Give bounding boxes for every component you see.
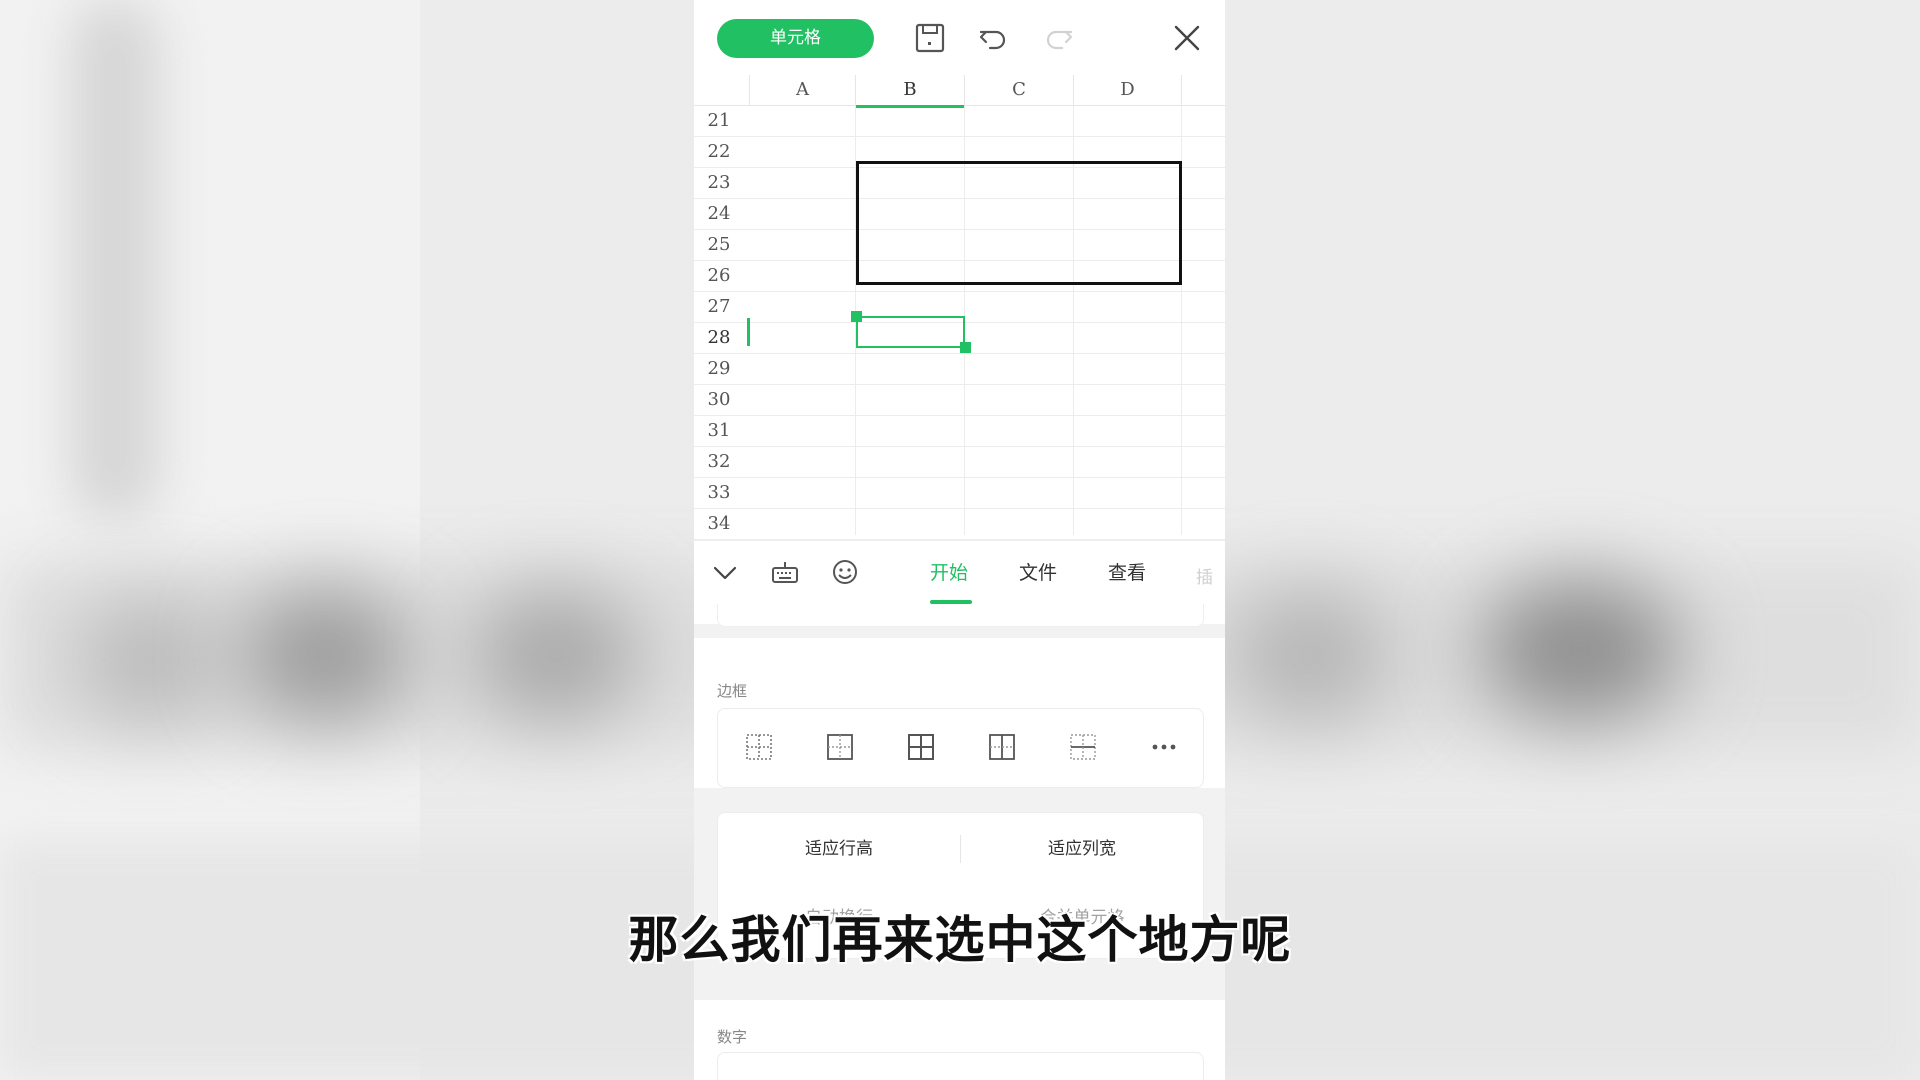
tab-start[interactable]: 开始	[930, 558, 968, 588]
grid-row[interactable]: 31	[694, 415, 1225, 447]
column-header-b[interactable]: B	[856, 75, 965, 108]
close-icon[interactable]	[1169, 20, 1205, 56]
video-subtitle: 那么我们再来选中这个地方呢	[628, 911, 1292, 969]
background-blur-orb	[1480, 580, 1680, 720]
grid-row[interactable]: 29	[694, 353, 1225, 385]
row-number[interactable]: 29	[694, 353, 744, 384]
previous-section	[694, 604, 1225, 627]
more-icon[interactable]	[1147, 730, 1181, 764]
number-section-label: 数字	[717, 1028, 748, 1046]
collapse-chevron-icon[interactable]	[710, 558, 740, 588]
fit-row-height-button[interactable]: 适应行高	[718, 829, 960, 869]
row-number[interactable]: 21	[694, 105, 744, 136]
border-options-card	[717, 708, 1204, 788]
grid-row[interactable]: 32	[694, 446, 1225, 478]
number-options-card	[717, 1052, 1204, 1080]
grid-row[interactable]: 33	[694, 477, 1225, 509]
row-number[interactable]: 32	[694, 446, 744, 477]
inner-border-icon[interactable]	[823, 730, 857, 764]
active-row-marker	[747, 318, 750, 346]
number-section: 数字	[694, 1000, 1225, 1080]
keyboard-icon[interactable]	[770, 558, 800, 588]
column-header-e[interactable]	[1182, 75, 1225, 106]
row-number[interactable]: 25	[694, 229, 744, 260]
corner-header	[694, 75, 750, 106]
top-toolbar: 单元格	[694, 0, 1225, 75]
row-number[interactable]: 34	[694, 508, 744, 539]
background-blur-orb	[80, 600, 220, 720]
undo-icon[interactable]	[976, 20, 1012, 56]
save-icon[interactable]	[912, 20, 948, 56]
background-blur-orb	[1230, 590, 1390, 720]
row-number[interactable]: 27	[694, 291, 744, 322]
row-number-active[interactable]: 28	[694, 322, 744, 353]
background-blur-orb	[240, 590, 410, 720]
emoji-icon[interactable]	[830, 558, 860, 588]
vertical-inner-border-icon[interactable]	[985, 730, 1019, 764]
row-number[interactable]: 23	[694, 167, 744, 198]
tab-file[interactable]: 文件	[1019, 558, 1057, 588]
column-header-a[interactable]: A	[750, 75, 856, 106]
ribbon-tab-bar: 开始 文件 查看 插	[694, 540, 1225, 605]
horizontal-inner-border-icon[interactable]	[1066, 730, 1100, 764]
background-blur-column	[70, 0, 160, 520]
selection-handle-bottom-right[interactable]	[960, 342, 971, 353]
border-section-label: 边框	[717, 682, 748, 700]
spreadsheet-grid[interactable]: A B C D 21 22 23 24 25 26 27 28 29 30 31…	[694, 75, 1225, 540]
selected-cell[interactable]	[856, 316, 965, 348]
background-blur-orb	[470, 590, 640, 720]
grid-row[interactable]: 30	[694, 384, 1225, 416]
row-number[interactable]: 26	[694, 260, 744, 291]
bordered-range[interactable]	[856, 161, 1182, 285]
border-section: 边框	[694, 638, 1225, 788]
previous-card	[717, 604, 1204, 627]
grid-row[interactable]: 21	[694, 105, 1225, 137]
tools-panel: 边框 适应行高 适应列宽 自动换行 合并单元格 数字	[694, 604, 1225, 1080]
tab-overflow[interactable]: 插	[1196, 563, 1213, 588]
tab-view[interactable]: 查看	[1108, 558, 1146, 588]
row-number[interactable]: 30	[694, 384, 744, 415]
redo-icon[interactable]	[1040, 20, 1076, 56]
all-borders-icon[interactable]	[904, 730, 938, 764]
inner-dotted-border-icon[interactable]	[742, 730, 776, 764]
fit-column-width-button[interactable]: 适应列宽	[961, 829, 1203, 869]
column-header-c[interactable]: C	[965, 75, 1074, 106]
row-number[interactable]: 24	[694, 198, 744, 229]
row-number[interactable]: 33	[694, 477, 744, 508]
selection-handle-top-left[interactable]	[851, 311, 862, 322]
row-number[interactable]: 22	[694, 136, 744, 167]
column-header-d[interactable]: D	[1074, 75, 1182, 106]
row-number[interactable]: 31	[694, 415, 744, 446]
grid-row[interactable]: 34	[694, 508, 1225, 540]
cell-mode-button[interactable]: 单元格	[717, 19, 874, 58]
